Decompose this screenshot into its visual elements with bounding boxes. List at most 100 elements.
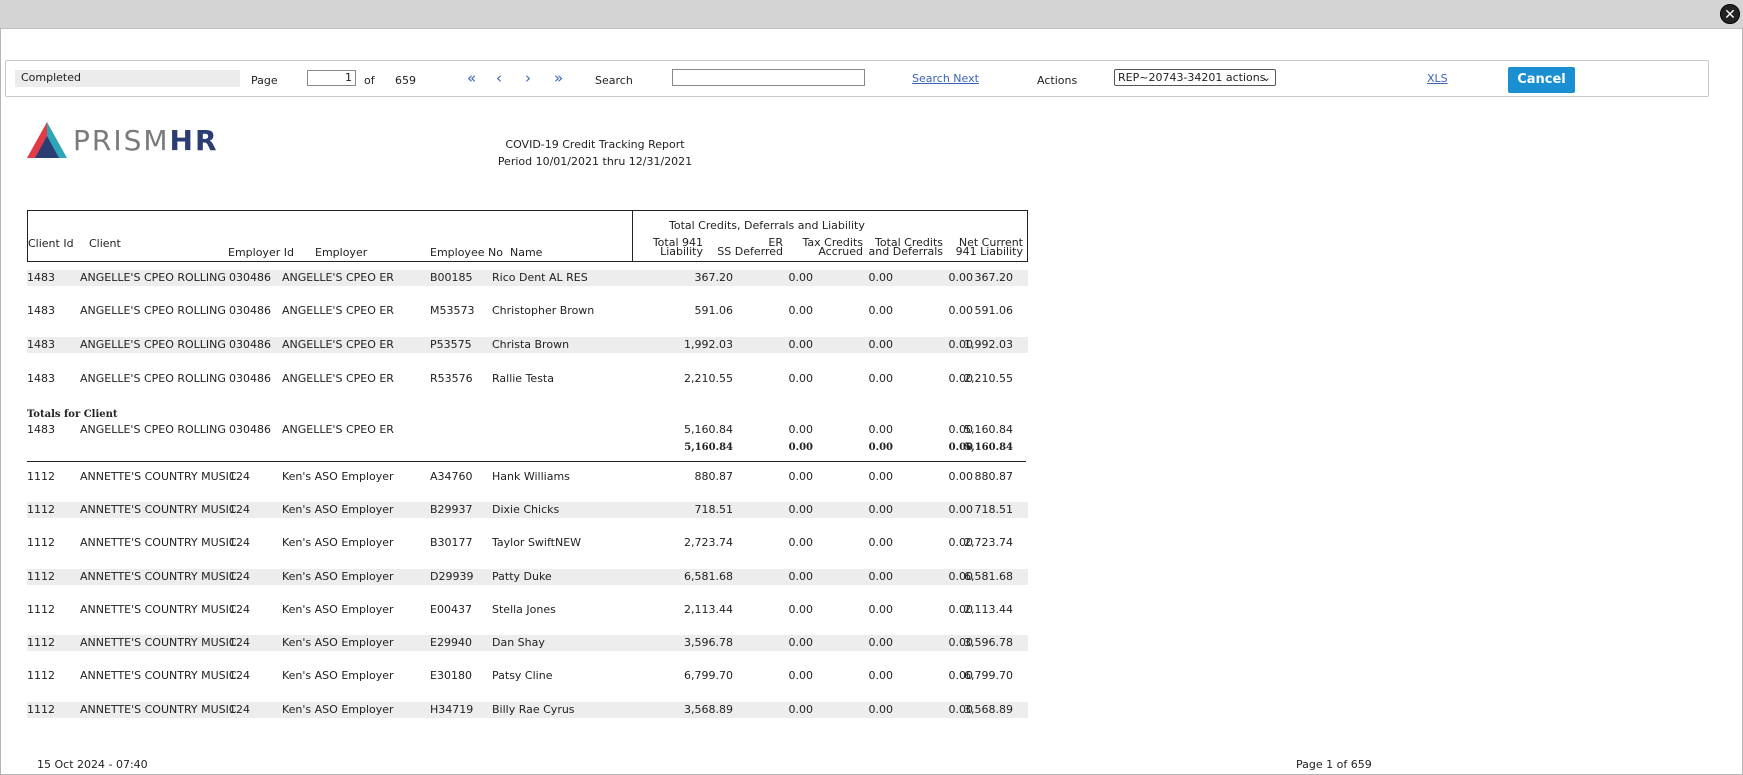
actions-select[interactable]: REP~20743-34201 actions ⌄ [1114,69,1276,86]
header-divider [632,211,633,262]
cell-total: 3,596.78 [684,636,733,649]
cell-total: 718.51 [694,503,734,516]
cell-name: Christopher Brown [492,304,595,317]
cell-employer-id: 030486 [229,271,271,284]
cell-client: ANNETTE'S COUNTRY MUSIC [80,570,237,583]
search-input[interactable] [672,69,865,86]
cell-total: 3,568.89 [684,703,733,716]
cell-client-id: 1112 [27,570,55,583]
cell-net: 6,799.70 [964,669,1013,682]
close-icon[interactable]: ✕ [1720,4,1740,24]
cell-client: ANNETTE'S COUNTRY MUSIC [80,669,237,682]
next-page-icon[interactable]: › [525,70,531,86]
cell-net: 5,160.84 [964,423,1013,436]
xls-export-link[interactable]: XLS [1427,72,1448,85]
cell-client: ANNETTE'S COUNTRY MUSIC [80,603,237,616]
cell-total: 2,723.74 [684,536,733,549]
cell-client-id: 1483 [27,271,55,284]
cell-er: 0.00 [788,442,813,453]
cell-net: 3,596.78 [964,636,1013,649]
cell-employer: ANGELLE'S CPEO ER [282,338,394,351]
search-next-link[interactable]: Search Next [912,72,979,85]
cell-er: 0.00 [788,372,814,385]
cell-tax: 0.00 [868,470,894,483]
table-row: 1112 ANNETTE'S COUNTRY MUSIC 124 Ken's ASO … [27,569,1028,585]
cell-employee-no: H34719 [430,703,474,716]
cell-employer-id: 124 [229,536,250,549]
cell-employee-no: E29940 [430,636,472,649]
cell-name: Rallie Testa [492,372,554,385]
cell-employer-id: 124 [229,470,250,483]
report-viewer-frame [0,28,1743,775]
cell-total: 2,113.44 [684,603,733,616]
cell-net: 367.20 [974,271,1014,284]
cell-er: 0.00 [788,703,814,716]
cell-net: 2,723.74 [964,536,1013,549]
cell-employer-id: 030486 [229,423,271,436]
cancel-button[interactable]: Cancel [1508,67,1575,93]
table-row: 1483 ANGELLE'S CPEO ROLLING 030486 ANGELLE'… [27,303,1028,319]
cell-tax: 0.00 [868,304,894,317]
cell-total: 591.06 [694,304,734,317]
cell-employer-id: 030486 [229,372,271,385]
cell-client-id: 1483 [27,338,55,351]
cell-employer: Ken's ASO Employer [282,570,394,583]
cell-client-id: 1112 [27,703,55,716]
cell-employer: Ken's ASO Employer [282,669,394,682]
cell-tax: 0.00 [868,669,894,682]
cell-employer-id: 124 [229,669,250,682]
cell-client-id: 1483 [27,372,55,385]
col-tax-line2: Accrued [818,245,863,258]
cell-er: 0.00 [788,304,814,317]
cell-net: 880.87 [974,470,1014,483]
cell-client: ANGELLE'S CPEO ROLLING [80,372,226,385]
cell-tax: 0.00 [868,338,894,351]
window-title-bar: ✕ [0,0,1743,29]
table-row: 1483 ANGELLE'S CPEO ROLLING 030486 ANGELLE'… [27,371,1028,387]
last-page-icon[interactable]: » [554,70,563,86]
col-client: Client [89,237,121,250]
cell-net: 6,581.68 [964,570,1013,583]
cell-employer-id: 124 [229,636,250,649]
first-page-icon[interactable]: « [467,70,476,86]
cell-employee-no: R53576 [430,372,473,385]
cell-employee-no: E00437 [430,603,472,616]
cell-employee-no: D29939 [430,570,474,583]
print-timestamp: 15 Oct 2024 - 07:40 [37,758,148,771]
cell-employee-no: B30177 [430,536,473,549]
previous-page-icon[interactable]: ‹ [496,70,502,86]
cell-er: 0.00 [788,536,814,549]
cell-employer: Ken's ASO Employer [282,536,394,549]
cell-er: 0.00 [788,271,814,284]
cell-employer: Ken's ASO Employer [282,503,394,516]
cell-client-id: 1112 [27,470,55,483]
table-row: 1483 ANGELLE'S CPEO ROLLING 030486 ANGELLE'… [27,270,1028,286]
cell-client-id: 1112 [27,669,55,682]
page-number-input[interactable]: 1 [307,70,356,86]
cell-employer: Ken's ASO Employer [282,636,394,649]
cell-name: Stella Jones [492,603,556,616]
cell-employer: Ken's ASO Employer [282,470,394,483]
search-label: Search [595,74,633,87]
cell-tax: 0.00 [868,503,894,516]
cell-employee-no: A34760 [430,470,473,483]
cell-name: Christa Brown [492,338,570,351]
cell-net: 5,160.84 [964,442,1013,453]
cell-er: 0.00 [788,338,814,351]
cell-tax: 0.00 [868,636,894,649]
cell-er: 0.00 [788,503,814,516]
cell-employer: Ken's ASO Employer [282,703,394,716]
cell-client: ANNETTE'S COUNTRY MUSIC [80,636,237,649]
cell-employer-id: 124 [229,603,250,616]
cell-net: 2,210.55 [964,372,1013,385]
cell-employer-id: 124 [229,703,250,716]
cell-employer-id: 124 [229,570,250,583]
totals-row: 1483 ANGELLE'S CPEO ROLLING 030486 ANGELLE'… [27,422,1028,438]
cell-employer-id: 124 [229,503,250,516]
table-row: 1112 ANNETTE'S COUNTRY MUSIC 124 Ken's ASO … [27,469,1028,485]
totals-for-client-label: Totals for Client [27,409,118,420]
of-label: of [364,74,375,87]
col-employer: Employer [315,246,368,259]
cell-tax: 0.00 [868,603,894,616]
cell-client-id: 1483 [27,304,55,317]
